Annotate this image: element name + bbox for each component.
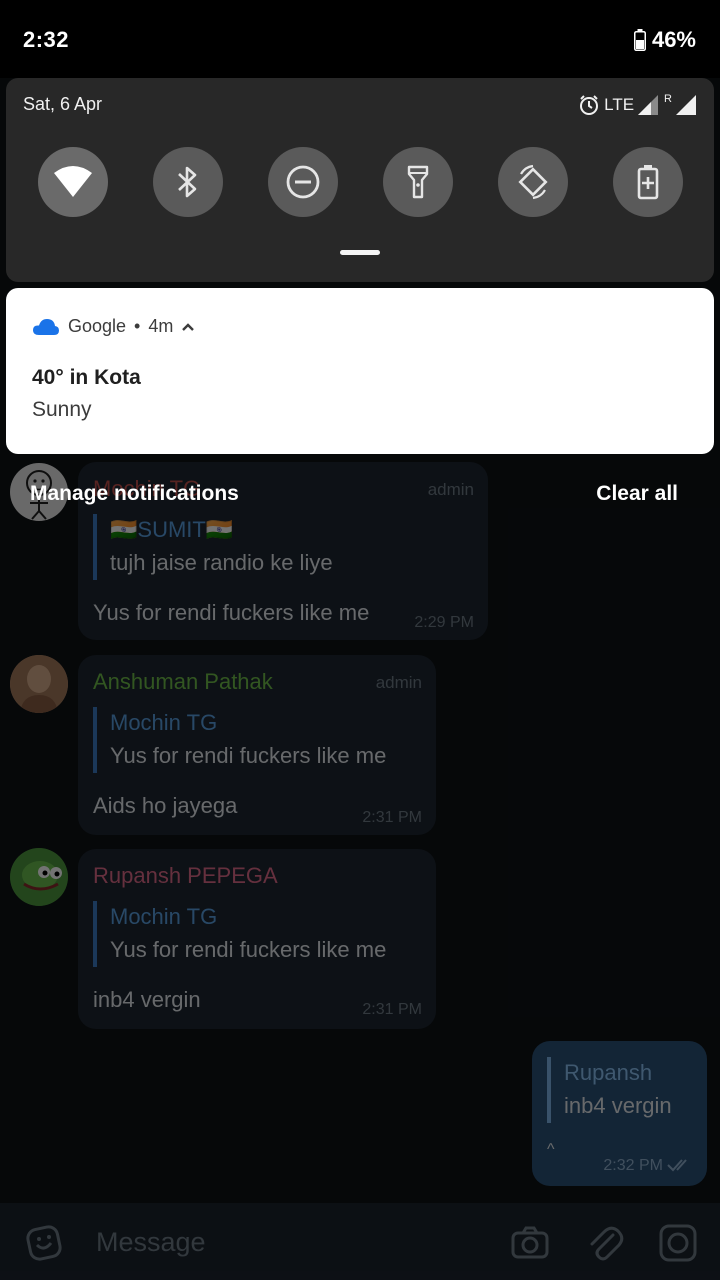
reply-name: Mochin TG <box>110 710 218 735</box>
message-bubble[interactable]: Rupansh PEPEGA Mochin TG Yus for rendi f… <box>78 849 436 1029</box>
signal-roaming-icon <box>676 95 696 115</box>
notification-title: 40° in Kota <box>32 366 141 389</box>
admin-tag: admin <box>375 673 422 692</box>
notification-header[interactable]: Google • 4m <box>32 316 195 337</box>
reply-quote[interactable]: Mochin TG Yus for rendi fuckers like me <box>93 901 386 967</box>
avatar-anshuman[interactable] <box>10 655 68 713</box>
flashlight-icon <box>407 165 429 199</box>
sticker-icon[interactable] <box>24 1223 64 1263</box>
instant-camera-icon[interactable] <box>658 1223 698 1263</box>
reply-quote[interactable]: Mochin TG Yus for rendi fuckers like me <box>93 707 386 773</box>
system-status-icons: LTE R <box>578 93 696 116</box>
expand-handle[interactable] <box>340 250 380 255</box>
message-bubble[interactable]: Anshuman Pathak admin Mochin TG Yus for … <box>78 655 436 835</box>
message-text: inb4 vergin <box>93 987 201 1012</box>
notification-text: Sunny <box>32 398 92 421</box>
reply-text: Yus for rendi fuckers like me <box>110 937 387 962</box>
clear-all-button[interactable]: Clear all <box>596 482 678 506</box>
double-check-icon <box>667 1159 687 1172</box>
wifi-icon <box>54 166 92 197</box>
reply-quote[interactable]: 🇮🇳SUMIT🇮🇳 tujh jaise randio ke liye <box>93 514 333 580</box>
reply-text: Yus for rendi fuckers like me <box>110 743 387 768</box>
separator-dot: • <box>134 316 141 336</box>
notification-age: 4m <box>148 316 174 336</box>
message-text: Yus for rendi fuckers like me <box>93 600 370 625</box>
roaming-indicator: R <box>664 93 672 105</box>
message-text: ^ <box>547 1141 555 1158</box>
sender-name[interactable]: Anshuman Pathak <box>93 669 273 695</box>
date-label[interactable]: Sat, 6 Apr <box>23 94 102 115</box>
auto-rotate-icon <box>518 164 548 200</box>
message-time: 2:31 PM <box>362 809 422 826</box>
battery-icon <box>633 29 646 51</box>
dnd-icon <box>286 165 320 199</box>
chevron-up-icon[interactable] <box>181 322 195 332</box>
message-time: 2:31 PM <box>362 1001 422 1018</box>
admin-tag: admin <box>427 480 474 499</box>
clock: 2:32 <box>23 27 70 52</box>
sender-name[interactable]: Rupansh PEPEGA <box>93 863 278 889</box>
manage-notifications-button[interactable]: Manage notifications <box>30 482 239 506</box>
battery-saver-tile[interactable] <box>613 147 683 217</box>
battery-percent: 46% <box>651 27 696 52</box>
reply-name: Rupansh <box>564 1060 653 1085</box>
notification-card[interactable]: Google • 4m 40° in Kota Sunny <box>6 288 714 454</box>
battery-saver-icon <box>637 165 659 200</box>
auto-rotate-tile[interactable] <box>498 147 568 217</box>
message-text: Aids ho jayega <box>93 793 238 818</box>
outgoing-message-bubble[interactable]: Rupansh inb4 vergin ^ 2:32 PM <box>532 1041 707 1186</box>
message-time: 2:32 PM <box>603 1157 663 1174</box>
notification-app-name: Google <box>68 316 127 336</box>
reply-quote[interactable]: Rupansh inb4 vergin <box>547 1057 672 1123</box>
camera-icon[interactable] <box>510 1223 550 1263</box>
attach-icon[interactable] <box>585 1223 625 1263</box>
flashlight-tile[interactable] <box>383 147 453 217</box>
reply-text: tujh jaise randio ke liye <box>110 550 333 575</box>
message-input[interactable]: Message <box>96 1227 206 1258</box>
bluetooth-icon <box>178 166 197 198</box>
reply-name: 🇮🇳SUMIT🇮🇳 <box>110 517 234 542</box>
network-type: LTE <box>604 95 635 114</box>
reply-text: inb4 vergin <box>564 1093 672 1118</box>
dnd-tile[interactable] <box>268 147 338 217</box>
battery-indicator: 46% <box>633 27 696 53</box>
signal-icon <box>638 95 659 115</box>
quick-settings-panel: Sat, 6 Apr LTE R <box>6 78 714 282</box>
avatar-rupansh[interactable] <box>10 848 68 906</box>
alarm-icon <box>580 95 599 115</box>
message-composer: Message <box>0 1203 720 1280</box>
cloud-icon <box>33 318 59 335</box>
wifi-tile[interactable] <box>38 147 108 217</box>
status-bar: 2:32 46% <box>0 0 720 78</box>
reply-name: Mochin TG <box>110 904 218 929</box>
bluetooth-tile[interactable] <box>153 147 223 217</box>
message-time: 2:29 PM <box>414 614 474 631</box>
